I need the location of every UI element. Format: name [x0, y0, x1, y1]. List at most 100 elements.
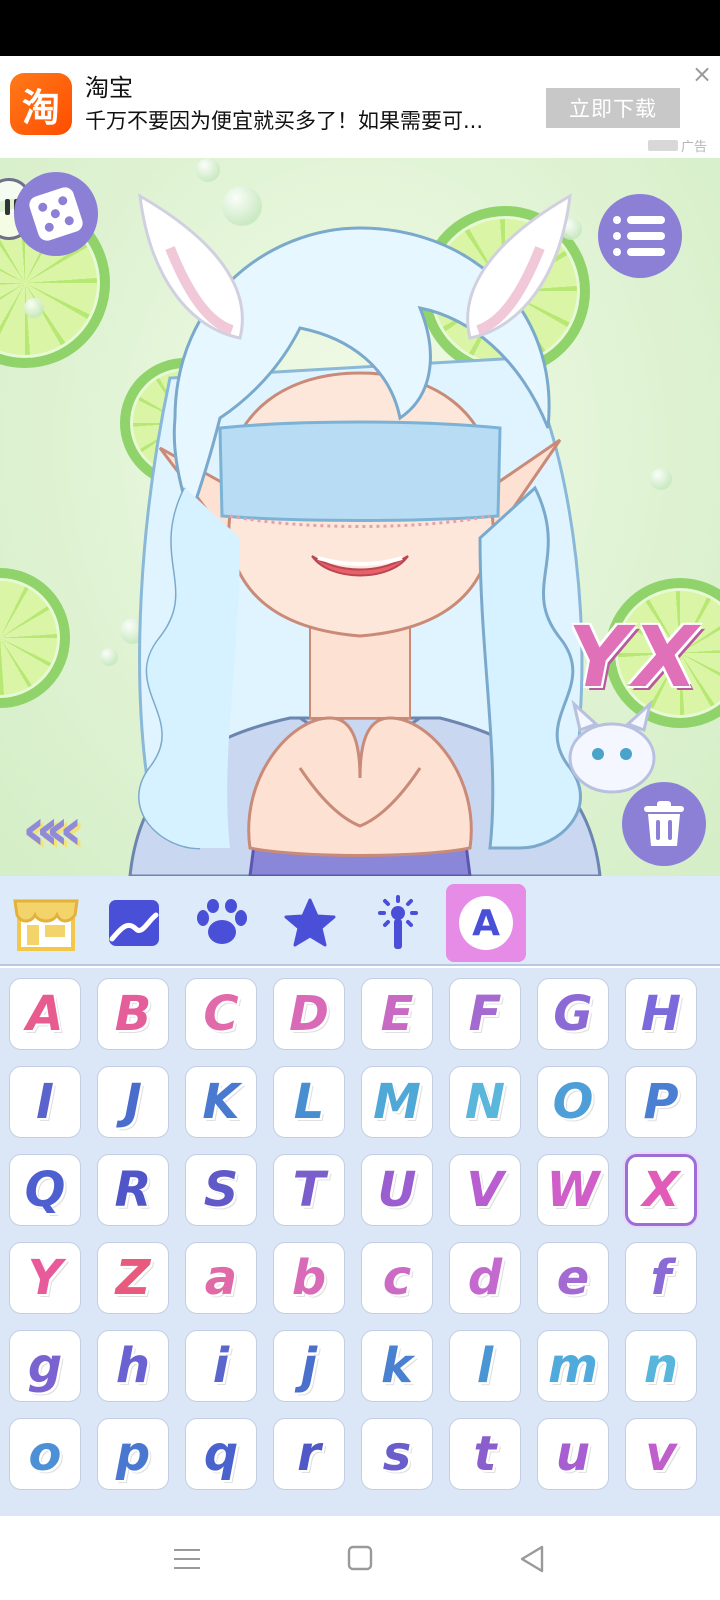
category-tab-bar: A — [0, 876, 720, 966]
tab-effects[interactable] — [358, 884, 438, 962]
letter-tile-O[interactable]: O — [537, 1066, 609, 1138]
letter-tile-c[interactable]: c — [361, 1242, 433, 1314]
letter-tile-K[interactable]: K — [185, 1066, 257, 1138]
letter-a-icon: A — [459, 896, 513, 950]
paw-icon — [197, 899, 247, 944]
letter-tile-d[interactable]: d — [449, 1242, 521, 1314]
letter-glyph: Y — [27, 1250, 63, 1306]
letter-glyph: A — [26, 986, 64, 1042]
letter-glyph: i — [212, 1338, 230, 1394]
letter-tile-N[interactable]: N — [449, 1066, 521, 1138]
letter-tile-W[interactable]: W — [537, 1154, 609, 1226]
letter-tile-S[interactable]: S — [185, 1154, 257, 1226]
letter-tile-T[interactable]: T — [273, 1154, 345, 1226]
letter-glyph: L — [293, 1074, 325, 1130]
letter-tile-o[interactable]: o — [9, 1418, 81, 1490]
letter-tile-L[interactable]: L — [273, 1066, 345, 1138]
letter-tile-X[interactable]: X — [625, 1154, 697, 1226]
letter-glyph: T — [292, 1162, 326, 1218]
letter-tile-D[interactable]: D — [273, 978, 345, 1050]
letter-tile-a[interactable]: a — [185, 1242, 257, 1314]
letter-tile-B[interactable]: B — [97, 978, 169, 1050]
letter-glyph: f — [650, 1250, 672, 1306]
letter-tile-V[interactable]: V — [449, 1154, 521, 1226]
letter-tile-q[interactable]: q — [185, 1418, 257, 1490]
letter-tile-m[interactable]: m — [537, 1330, 609, 1402]
home-nav-icon[interactable] — [346, 1544, 374, 1572]
close-ad-icon[interactable]: × — [690, 62, 714, 86]
letter-tile-H[interactable]: H — [625, 978, 697, 1050]
letter-tile-C[interactable]: C — [185, 978, 257, 1050]
letter-glyph: c — [382, 1250, 412, 1306]
letter-tile-u[interactable]: u — [537, 1418, 609, 1490]
letter-tile-P[interactable]: P — [625, 1066, 697, 1138]
letter-tile-J[interactable]: J — [97, 1066, 169, 1138]
ad-tag-label: 广告 — [681, 140, 708, 155]
background-icon — [109, 900, 159, 946]
letter-glyph: m — [547, 1338, 598, 1394]
letter-glyph: J — [124, 1074, 142, 1130]
letter-tile-v[interactable]: v — [625, 1418, 697, 1490]
letter-tile-j[interactable]: j — [273, 1330, 345, 1402]
letter-glyph: R — [114, 1162, 152, 1218]
text-sticker[interactable]: YX — [568, 608, 702, 706]
tab-pets[interactable] — [182, 884, 262, 962]
magic-wand-icon — [378, 895, 418, 949]
letter-glyph: k — [381, 1338, 413, 1394]
letter-tile-Y[interactable]: Y — [9, 1242, 81, 1314]
letter-tile-n[interactable]: n — [625, 1330, 697, 1402]
letter-tile-t[interactable]: t — [449, 1418, 521, 1490]
letter-glyph: l — [476, 1338, 494, 1394]
letter-tile-r[interactable]: r — [273, 1418, 345, 1490]
letter-glyph: W — [546, 1162, 600, 1218]
letter-glyph: M — [373, 1074, 421, 1130]
letter-tile-l[interactable]: l — [449, 1330, 521, 1402]
taobao-app-icon[interactable]: 淘 — [10, 73, 72, 135]
letter-tile-U[interactable]: U — [361, 1154, 433, 1226]
letter-glyph: h — [115, 1338, 151, 1394]
letter-glyph: s — [382, 1426, 412, 1482]
letter-tile-Z[interactable]: Z — [97, 1242, 169, 1314]
delete-button[interactable] — [622, 782, 706, 866]
menu-nav-icon[interactable] — [172, 1546, 202, 1572]
tab-shop[interactable] — [6, 884, 86, 962]
letter-glyph: E — [380, 986, 414, 1042]
letter-tile-Q[interactable]: Q — [9, 1154, 81, 1226]
letter-tile-k[interactable]: k — [361, 1330, 433, 1402]
letter-tile-h[interactable]: h — [97, 1330, 169, 1402]
letter-tile-M[interactable]: M — [361, 1066, 433, 1138]
menu-button[interactable] — [598, 194, 682, 278]
tab-background[interactable] — [94, 884, 174, 962]
letter-tile-I[interactable]: I — [9, 1066, 81, 1138]
letter-tile-s[interactable]: s — [361, 1418, 433, 1490]
letter-tile-R[interactable]: R — [97, 1154, 169, 1226]
tab-letters[interactable]: A — [446, 884, 526, 962]
random-dice-button[interactable] — [14, 172, 98, 256]
letter-glyph: V — [466, 1162, 504, 1218]
letter-glyph: K — [202, 1074, 240, 1130]
collapse-arrows-button[interactable]: «« — [22, 800, 83, 858]
letter-glyph: C — [203, 986, 239, 1042]
letter-tile-e[interactable]: e — [537, 1242, 609, 1314]
letter-tile-p[interactable]: p — [97, 1418, 169, 1490]
tab-stickers[interactable] — [270, 884, 350, 962]
letter-glyph: v — [645, 1426, 677, 1482]
letter-glyph: O — [552, 1074, 594, 1130]
letter-tile-f[interactable]: f — [625, 1242, 697, 1314]
letter-tile-F[interactable]: F — [449, 978, 521, 1050]
letter-tile-i[interactable]: i — [185, 1330, 257, 1402]
download-button[interactable]: 立即下载 — [546, 88, 680, 128]
double-chevron-left-icon: « — [45, 795, 83, 863]
letter-tile-E[interactable]: E — [361, 978, 433, 1050]
letter-glyph: I — [36, 1074, 54, 1130]
screen: { "ad": { "app_name": "淘宝", "icon_char":… — [0, 0, 720, 1600]
letter-glyph: q — [203, 1426, 239, 1482]
letter-tile-A[interactable]: A — [9, 978, 81, 1050]
letter-glyph: X — [642, 1162, 680, 1218]
letter-tile-G[interactable]: G — [537, 978, 609, 1050]
letter-tile-g[interactable]: g — [9, 1330, 81, 1402]
letter-glyph: S — [203, 1162, 239, 1218]
character-canvas[interactable]: YX — [0, 158, 720, 876]
back-nav-icon[interactable] — [518, 1544, 546, 1574]
letter-tile-b[interactable]: b — [273, 1242, 345, 1314]
